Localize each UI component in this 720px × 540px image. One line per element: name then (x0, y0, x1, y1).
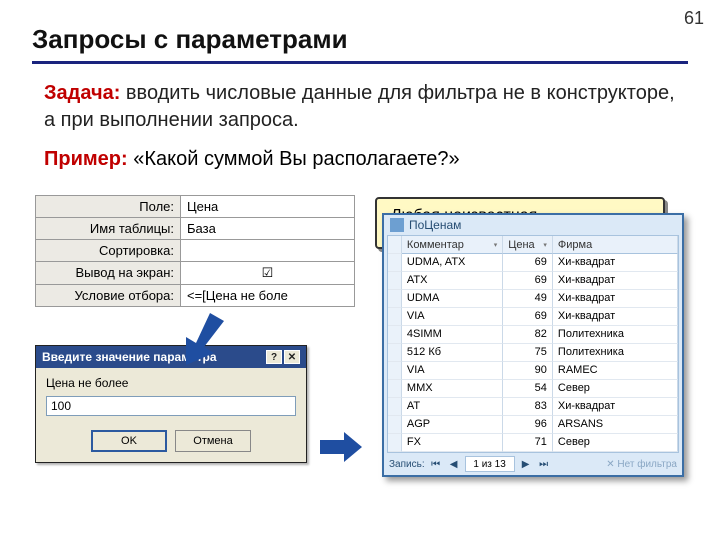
nav-next-icon[interactable]: ▶ (519, 459, 533, 470)
column-header[interactable]: Фирма (553, 236, 678, 254)
cell[interactable]: ATX (402, 272, 503, 290)
design-label: Имя таблицы: (36, 218, 181, 240)
nav-position-input[interactable] (465, 456, 515, 472)
nav-last-icon[interactable]: ⏭ (537, 459, 551, 470)
cell[interactable]: MMX (402, 380, 503, 398)
table-row[interactable]: FX71Север (388, 434, 678, 452)
cell[interactable]: Хи-квадрат (553, 254, 678, 272)
query-design-grid: Поле:Цена Имя таблицы:База Сортировка: В… (35, 195, 355, 307)
cell[interactable]: AGP (402, 416, 503, 434)
task-text: вводить числовые данные для фильтра не в… (44, 82, 675, 131)
cell[interactable]: 96 (503, 416, 553, 434)
table-row[interactable]: 4SIMM82Политехника (388, 326, 678, 344)
cell[interactable]: FX (402, 434, 503, 452)
cell[interactable]: Политехника (553, 344, 678, 362)
design-criteria[interactable]: <=[Цена не боле (181, 285, 355, 307)
cell[interactable]: 71 (503, 434, 553, 452)
cell[interactable]: 49 (503, 290, 553, 308)
table-row[interactable]: UDMA, ATX69Хи-квадрат (388, 254, 678, 272)
datasheet-grid[interactable]: Комментар▾ Цена▾ Фирма UDMA, ATX69Хи-ква… (387, 235, 679, 453)
ok-button[interactable]: OK (91, 430, 167, 452)
datasheet-title-text: ПоЦенам (409, 218, 461, 232)
cell[interactable]: VIA (402, 362, 503, 380)
parameter-dialog: Введите значение параметра ? ✕ Цена не б… (35, 345, 307, 463)
table-row[interactable]: ATX69Хи-квадрат (388, 272, 678, 290)
cell[interactable]: Север (553, 434, 678, 452)
cancel-button[interactable]: Отмена (175, 430, 251, 452)
record-navigator: Запись: ⏮ ◀ ▶ ⏭ ✕ Нет фильтра (384, 453, 682, 475)
cell[interactable]: Хи-квадрат (553, 398, 678, 416)
datasheet-window: ПоЦенам Комментар▾ Цена▾ Фирма UDMA, ATX… (382, 213, 684, 477)
table-row[interactable]: VIA69Хи-квадрат (388, 308, 678, 326)
table-row[interactable]: VIA90RAMEC (388, 362, 678, 380)
cell[interactable]: UDMA (402, 290, 503, 308)
cell[interactable]: Хи-квадрат (553, 308, 678, 326)
column-header[interactable]: Цена▾ (503, 236, 553, 254)
dialog-title-text: Введите значение параметра (42, 350, 264, 364)
dialog-titlebar: Введите значение параметра ? ✕ (36, 346, 306, 368)
example-label: Пример: (44, 148, 128, 170)
design-value[interactable] (181, 240, 355, 262)
cell[interactable]: VIA (402, 308, 503, 326)
design-label: Сортировка: (36, 240, 181, 262)
dialog-param-label: Цена не более (46, 376, 296, 390)
datasheet-icon (390, 218, 404, 232)
cell[interactable]: RAMEC (553, 362, 678, 380)
table-row[interactable]: AT83Хи-квадрат (388, 398, 678, 416)
task-label: Задача: (44, 82, 120, 104)
cell[interactable]: 83 (503, 398, 553, 416)
cell[interactable]: UDMA, ATX (402, 254, 503, 272)
arrow-right-icon (320, 432, 362, 462)
dialog-value-input[interactable] (46, 396, 296, 416)
design-label: Поле: (36, 196, 181, 218)
cell[interactable]: Политехника (553, 326, 678, 344)
cell[interactable]: Север (553, 380, 678, 398)
nav-first-icon[interactable]: ⏮ (429, 459, 443, 470)
cell[interactable]: 512 Кб (402, 344, 503, 362)
cell[interactable]: 69 (503, 254, 553, 272)
table-row[interactable]: MMX54Север (388, 380, 678, 398)
table-row[interactable]: 512 Кб75Политехника (388, 344, 678, 362)
arrow-down-icon (180, 313, 224, 365)
design-show-checkbox[interactable]: ☑ (181, 262, 355, 285)
nav-prev-icon[interactable]: ◀ (447, 459, 461, 470)
design-label: Вывод на экран: (36, 262, 181, 285)
cell[interactable]: 69 (503, 272, 553, 290)
design-value[interactable]: База (181, 218, 355, 240)
datasheet-titlebar: ПоЦенам (384, 215, 682, 235)
column-header[interactable]: Комментар▾ (402, 236, 503, 254)
example-paragraph: Пример: «Какой суммой Вы располагаете?» (44, 148, 460, 171)
cell[interactable]: 4SIMM (402, 326, 503, 344)
design-value[interactable]: Цена (181, 196, 355, 218)
cell[interactable]: 82 (503, 326, 553, 344)
cell[interactable]: 75 (503, 344, 553, 362)
page-title: Запросы с параметрами (32, 24, 688, 64)
nav-label: Запись: (389, 459, 425, 470)
close-icon[interactable]: ✕ (284, 350, 300, 364)
example-text: «Какой суммой Вы располагаете?» (128, 148, 460, 170)
cell[interactable]: 69 (503, 308, 553, 326)
cell[interactable]: Хи-квадрат (553, 290, 678, 308)
cell[interactable]: Хи-квадрат (553, 272, 678, 290)
table-row[interactable]: AGP96ARSANS (388, 416, 678, 434)
task-paragraph: Задача: вводить числовые данные для филь… (44, 80, 688, 134)
cell[interactable]: 90 (503, 362, 553, 380)
cell[interactable]: 54 (503, 380, 553, 398)
no-filter-label: ✕ Нет фильтра (606, 459, 677, 470)
table-row[interactable]: UDMA49Хи-квадрат (388, 290, 678, 308)
cell[interactable]: AT (402, 398, 503, 416)
help-icon[interactable]: ? (266, 350, 282, 364)
cell[interactable]: ARSANS (553, 416, 678, 434)
design-label: Условие отбора: (36, 285, 181, 307)
